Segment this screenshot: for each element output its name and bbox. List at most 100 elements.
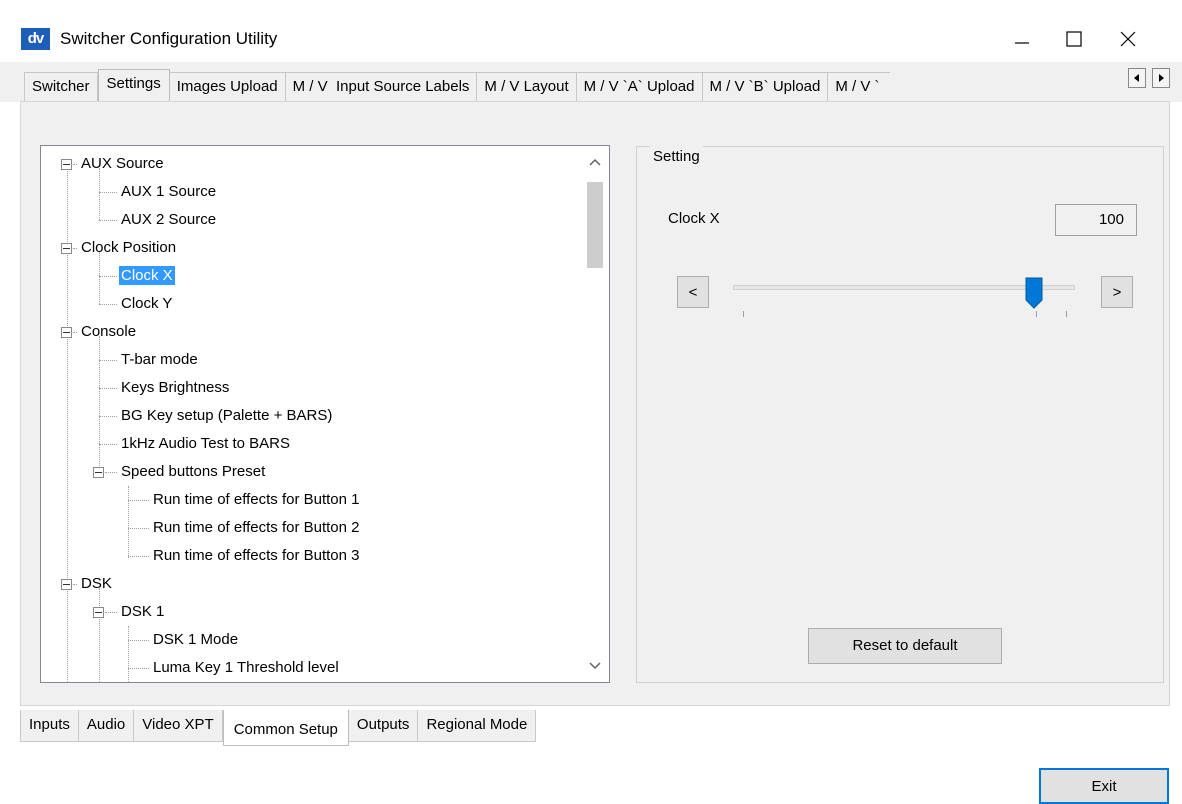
tree-connector xyxy=(99,336,100,472)
tab-mv-layout[interactable]: M / V Layout xyxy=(477,72,577,102)
tree-connector xyxy=(128,626,129,682)
tab-regional-mode[interactable]: Regional Mode xyxy=(418,710,537,742)
tab-images-upload[interactable]: Images Upload xyxy=(169,72,286,102)
minimize-button[interactable] xyxy=(1002,22,1042,56)
tree-connector xyxy=(105,472,117,473)
tree-item[interactable]: T-bar mode xyxy=(119,346,200,374)
tree-connector xyxy=(99,220,117,221)
tree-connector xyxy=(128,500,149,501)
tree-item-label: BG Key setup (Palette + BARS) xyxy=(121,407,333,424)
tree-item[interactable]: Speed buttons Preset xyxy=(119,458,267,486)
tab-mv-more[interactable]: M / V ` xyxy=(828,72,891,102)
decrease-button-label: < xyxy=(688,283,698,301)
tree-connector xyxy=(99,388,117,389)
title-bar: dv Switcher Configuration Utility xyxy=(0,0,1182,62)
tree-connector xyxy=(73,584,77,585)
tree-connector xyxy=(73,332,77,333)
tree-item-label: DSK 1 xyxy=(121,603,165,620)
tab-scroll-left-button[interactable] xyxy=(1128,68,1146,88)
tree-item-label: Run time of effects for Button 2 xyxy=(153,519,360,536)
tree-item-label: Speed buttons Preset xyxy=(121,463,266,480)
tree-item[interactable]: Run time of effects for Button 2 xyxy=(151,514,362,542)
tree-item-label: Console xyxy=(81,323,137,340)
tree-vertical-scrollbar[interactable] xyxy=(581,146,609,682)
tab-mv-input-source-labels[interactable]: M / V Input Source Labels xyxy=(285,72,478,102)
tab-settings[interactable]: Settings xyxy=(97,69,170,102)
tree-connector xyxy=(99,588,100,682)
tab-inputs[interactable]: Inputs xyxy=(20,710,79,742)
chevron-up-icon[interactable] xyxy=(589,156,601,168)
tree-item[interactable]: DSK xyxy=(79,570,114,598)
setting-name-label: Clock X xyxy=(668,210,720,227)
tree-connector xyxy=(128,528,149,529)
tree-item[interactable]: DSK 1 xyxy=(119,598,166,626)
tree-connector xyxy=(99,192,117,193)
chevron-down-icon[interactable] xyxy=(589,660,601,672)
increase-button[interactable]: > xyxy=(1101,276,1133,308)
tab-audio[interactable]: Audio xyxy=(78,710,135,742)
tab-mv-a-upload[interactable]: M / V `A` Upload xyxy=(576,72,703,102)
tree-item[interactable]: AUX 2 Source xyxy=(119,206,218,234)
tab-common-setup[interactable]: Common Setup xyxy=(222,710,349,746)
collapse-toggle-icon[interactable] xyxy=(61,579,72,590)
close-button[interactable] xyxy=(1108,22,1148,56)
collapse-toggle-icon[interactable] xyxy=(61,327,72,338)
tree-item-label: AUX 1 Source xyxy=(121,183,217,200)
slider-thumb[interactable] xyxy=(1024,276,1044,310)
collapse-toggle-icon[interactable] xyxy=(93,467,104,478)
tree-connector xyxy=(99,416,117,417)
tree-item-label: 1kHz Audio Test to BARS xyxy=(121,435,290,452)
settings-tree[interactable]: AUX Source AUX 1 Source AUX 2 Source Clock … xyxy=(40,145,610,683)
tree-item[interactable]: AUX Source xyxy=(79,150,166,178)
tree-content: AUX Source AUX 1 Source AUX 2 Source Clock … xyxy=(41,146,581,682)
tree-connector xyxy=(99,444,117,445)
tree-item[interactable]: Keys Brightness xyxy=(119,374,231,402)
collapse-toggle-icon[interactable] xyxy=(61,159,72,170)
tree-item[interactable]: DSK 1 Mode xyxy=(151,626,240,654)
reset-to-default-button[interactable]: Reset to default xyxy=(808,628,1002,664)
tab-outputs[interactable]: Outputs xyxy=(348,710,419,742)
tree-item[interactable]: Clock X xyxy=(119,262,175,290)
tree-item[interactable]: Clock Position xyxy=(79,234,178,262)
tab-scroll-right-button[interactable] xyxy=(1152,68,1170,88)
tree-item-label: DSK xyxy=(81,575,112,592)
triangle-right-icon xyxy=(1159,74,1164,82)
tree-connector xyxy=(128,668,149,669)
increase-button-label: > xyxy=(1112,283,1122,301)
tree-item[interactable]: Console xyxy=(79,318,138,346)
tree-item[interactable]: 1kHz Audio Test to BARS xyxy=(119,430,292,458)
triangle-left-icon xyxy=(1134,74,1139,82)
app-logo: dv xyxy=(21,28,50,50)
tree-connector xyxy=(99,304,117,305)
collapse-toggle-icon[interactable] xyxy=(61,243,72,254)
tree-scroll-thumb[interactable] xyxy=(587,182,603,268)
slider-tick xyxy=(743,311,744,317)
maximize-button[interactable] xyxy=(1054,22,1094,56)
tree-item-label: Run time of effects for Button 3 xyxy=(153,547,360,564)
exit-button[interactable]: Exit xyxy=(1039,768,1169,804)
minimize-icon xyxy=(1015,42,1029,44)
tree-item[interactable]: Run time of effects for Button 1 xyxy=(151,486,362,514)
maximize-icon xyxy=(1066,31,1082,47)
collapse-toggle-icon[interactable] xyxy=(93,607,104,618)
tree-item[interactable]: Luma Key 1 Threshold level xyxy=(151,654,341,682)
tab-switcher[interactable]: Switcher xyxy=(24,72,98,102)
tab-video-xpt[interactable]: Video XPT xyxy=(134,710,223,742)
tree-connector xyxy=(128,486,129,558)
tree-item[interactable]: Run time of effects for Button 3 xyxy=(151,542,362,570)
tree-item-label: Keys Brightness xyxy=(121,379,230,396)
tree-item[interactable]: Clock Y xyxy=(119,290,174,318)
tree-item-label: Clock Y xyxy=(121,295,173,312)
tree-item[interactable]: AUX 1 Source xyxy=(119,178,218,206)
tree-item-label: T-bar mode xyxy=(121,351,198,368)
tree-connector xyxy=(99,276,117,277)
tree-connector xyxy=(105,612,117,613)
top-tab-strip: Switcher Settings Images Upload M / V In… xyxy=(0,62,1182,102)
tree-item[interactable]: BG Key setup (Palette + BARS) xyxy=(119,402,334,430)
setting-value-field[interactable]: 100 xyxy=(1055,204,1137,236)
close-icon xyxy=(1120,31,1136,47)
tab-mv-b-upload[interactable]: M / V `B` Upload xyxy=(702,72,829,102)
tree-item-label: AUX Source xyxy=(81,155,164,172)
decrease-button[interactable]: < xyxy=(677,276,709,308)
bottom-tab-strip: Inputs Audio Video XPT Common Setup Outp… xyxy=(20,710,537,746)
